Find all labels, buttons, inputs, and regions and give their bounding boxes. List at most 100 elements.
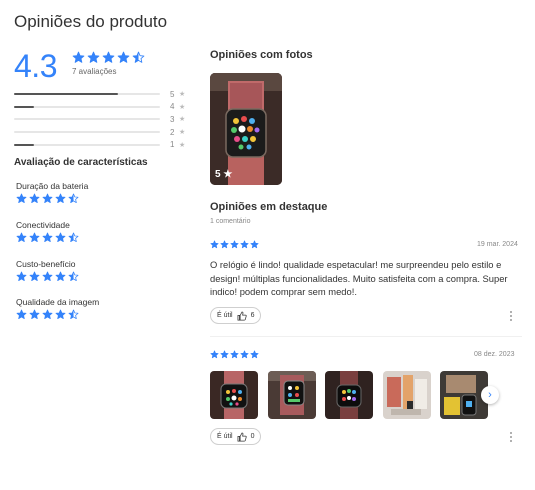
kebab-menu-icon[interactable]	[509, 311, 513, 321]
characteristic-label: Custo-benefício	[16, 259, 76, 269]
distribution-star-count: 2	[170, 127, 175, 137]
characteristic-label: Conectividade	[16, 220, 70, 230]
review-thumbnail[interactable]	[325, 371, 373, 419]
star-icon	[68, 232, 79, 242]
watch-photo-image	[268, 371, 316, 419]
review-date: 08 dez. 2023	[474, 351, 515, 358]
star-icon	[42, 271, 53, 281]
average-rating: 4.3	[14, 48, 57, 84]
star-icon	[68, 193, 79, 203]
distribution-bar	[14, 118, 160, 121]
star-icon	[29, 232, 40, 242]
star-icon: ★	[179, 116, 186, 124]
star-icon: ★	[179, 91, 186, 99]
review-date: 19 mar. 2024	[477, 241, 518, 248]
page-title: Opiniões do produto	[14, 12, 168, 31]
useful-label: É útil	[217, 433, 233, 440]
review-stars	[210, 350, 259, 359]
characteristic-stars	[16, 271, 79, 282]
review-photo[interactable]: 5 ★	[210, 73, 282, 185]
distribution-row: 3 ★	[14, 113, 189, 126]
useful-button[interactable]: É útil 6	[210, 307, 262, 324]
ratings-count: 7 avaliações	[72, 67, 117, 76]
divider	[210, 336, 522, 337]
star-icon	[210, 240, 219, 249]
useful-label: É útil	[217, 312, 233, 319]
star-icon	[29, 271, 40, 281]
distribution-bar-fill	[14, 93, 118, 96]
star-icon: ★	[179, 141, 186, 149]
characteristics-title: Avaliação de características	[14, 157, 148, 168]
photos-title: Opiniões com fotos	[210, 49, 313, 61]
distribution-row: 4 ★	[14, 101, 189, 114]
star-icon	[42, 309, 53, 319]
star-icon	[72, 51, 85, 63]
star-icon	[220, 240, 229, 249]
distribution-star-count: 3	[170, 114, 175, 124]
star-icon	[55, 271, 66, 281]
star-icon	[29, 309, 40, 319]
characteristic-stars	[16, 232, 79, 243]
distribution-row: 2 ★	[14, 126, 189, 139]
distribution-bar	[14, 131, 160, 134]
review-thumbnail[interactable]	[383, 371, 431, 419]
star-icon	[230, 240, 239, 249]
distribution-star-count: 4	[170, 102, 175, 112]
useful-count: 0	[250, 433, 255, 440]
thumbs-up-icon	[237, 432, 247, 441]
review-stars	[210, 240, 259, 249]
star-icon	[250, 240, 259, 249]
useful-button[interactable]: É útil 0	[210, 428, 262, 445]
watch-photo-image	[325, 371, 373, 419]
star-icon	[16, 309, 27, 319]
distribution-row: 5 ★	[14, 88, 189, 101]
distribution-bar	[14, 143, 160, 146]
characteristic-stars	[16, 309, 79, 320]
star-icon	[42, 193, 53, 203]
star-icon	[210, 350, 219, 359]
photo-count: 5	[215, 169, 221, 180]
star-icon	[117, 51, 130, 63]
review-thumbnail[interactable]	[210, 371, 258, 419]
distribution-star-count: 1	[170, 140, 175, 150]
featured-reviews-title: Opiniões em destaque	[210, 201, 328, 213]
distribution-row: 1 ★	[14, 138, 189, 151]
star-icon	[68, 309, 79, 319]
characteristic-stars	[16, 193, 79, 204]
review-text: O relógio é lindo! qualidade espetacular…	[210, 259, 508, 297]
star-icon	[16, 271, 27, 281]
star-icon	[68, 271, 79, 281]
characteristic-label: Qualidade da imagem	[16, 297, 100, 307]
product-box-image	[383, 371, 431, 419]
photo-count-badge: 5 ★	[215, 169, 232, 180]
star-icon	[55, 232, 66, 242]
star-icon	[240, 240, 249, 249]
star-icon	[55, 309, 66, 319]
star-icon: ★	[179, 129, 186, 137]
star-icon	[220, 350, 229, 359]
distribution-bar-fill	[14, 143, 35, 146]
star-icon	[102, 51, 115, 63]
star-icon: ★	[223, 169, 233, 180]
review-thumbnail[interactable]	[268, 371, 316, 419]
star-icon	[55, 193, 66, 203]
star-icon	[230, 350, 239, 359]
star-icon	[240, 350, 249, 359]
star-icon	[29, 193, 40, 203]
kebab-menu-icon[interactable]	[509, 432, 513, 442]
star-icon	[132, 51, 145, 63]
average-stars	[72, 51, 145, 64]
star-icon	[42, 232, 53, 242]
distribution-bar-fill	[14, 105, 35, 108]
chevron-right-icon[interactable]: ›	[481, 386, 499, 404]
star-icon	[250, 350, 259, 359]
characteristic-label: Duração da bateria	[16, 181, 89, 191]
useful-count: 6	[250, 312, 255, 319]
star-icon	[16, 232, 27, 242]
thumbs-up-icon	[237, 311, 247, 320]
distribution-star-count: 5	[170, 89, 175, 99]
rating-distribution: 5 ★ 4 ★ 3 ★ 2 ★ 1 ★	[14, 88, 189, 151]
star-icon: ★	[179, 103, 186, 111]
star-icon	[87, 51, 100, 63]
featured-comment-count: 1 comentário	[210, 218, 251, 225]
